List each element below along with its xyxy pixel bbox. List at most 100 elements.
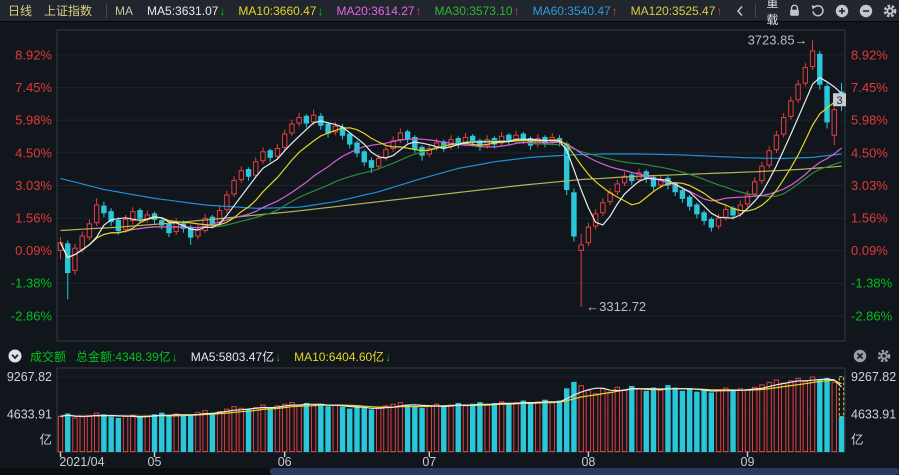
month-label[interactable]: 09	[741, 455, 755, 468]
volume-bar	[478, 403, 482, 452]
volume-chart[interactable]: 9267.829267.824633.914633.91亿亿2021/04050…	[0, 367, 899, 468]
candle-body	[572, 193, 576, 236]
volume-bar	[651, 388, 655, 451]
volume-bar	[138, 417, 142, 451]
volume-bar	[319, 404, 323, 451]
volume-bar	[709, 393, 713, 452]
volume-bar	[167, 416, 171, 452]
volume-bar	[340, 407, 344, 451]
candle-body	[781, 117, 785, 134]
ma-indicator-value[interactable]: MA20:3614.27↑	[336, 4, 421, 18]
zoom-out-icon[interactable]	[859, 4, 873, 18]
volume-bar	[637, 389, 641, 452]
volume-bar	[188, 415, 192, 452]
volume-bar	[463, 406, 467, 452]
volume-bar	[724, 388, 728, 451]
candle-body	[290, 124, 294, 133]
price-axis-label-left: -2.86%	[11, 309, 53, 324]
volume-bar	[246, 410, 250, 452]
candle-body	[774, 135, 778, 149]
month-label[interactable]: 05	[148, 455, 162, 468]
volume-bar	[210, 413, 214, 451]
candle-body	[738, 205, 742, 214]
pane-collapse-icon[interactable]	[8, 349, 22, 363]
price-axis-label-right: 1.56%	[851, 211, 888, 226]
lock-icon[interactable]	[788, 4, 801, 17]
candle-body	[275, 148, 279, 156]
candle-body	[586, 227, 590, 243]
candlesticks	[58, 40, 843, 307]
volume-stat-value[interactable]: 总金额:4348.39亿↓	[76, 348, 178, 365]
candle-body	[102, 206, 106, 213]
volume-stat-value[interactable]: MA5:5803.47亿↓	[191, 348, 281, 365]
volume-bar	[261, 405, 265, 451]
volume-stats-list: 总金额:4348.39亿↓ MA5:5803.47亿↓ MA10:6404.60亿↓	[76, 348, 404, 365]
volume-bar	[333, 405, 337, 451]
volume-bar	[630, 386, 634, 451]
volume-bar	[659, 390, 663, 451]
ma-indicator-value[interactable]: MA10:3660.47↓	[238, 4, 323, 18]
collapse-indicators-icon[interactable]	[735, 5, 745, 17]
candle-body	[282, 134, 286, 147]
candle-body	[398, 133, 402, 140]
price-chart[interactable]: 8.92%8.92%7.45%7.45%5.98%5.98%4.50%4.50%…	[0, 22, 899, 345]
volume-bar	[80, 417, 84, 452]
price-axis-label-left: 5.98%	[15, 113, 52, 128]
price-axis-label-right: -2.86%	[851, 309, 893, 324]
period-tab-daily[interactable]: 日线	[8, 2, 32, 19]
month-label[interactable]: 07	[422, 455, 436, 468]
volume-bar	[608, 392, 612, 451]
candle-body	[753, 182, 757, 194]
candle-body	[254, 162, 258, 175]
volume-pane-title[interactable]: 成交额	[30, 348, 66, 365]
ma-indicator-value[interactable]: MA5:3631.07↓	[147, 4, 225, 18]
volume-bar	[687, 389, 691, 452]
volume-bar	[413, 407, 417, 452]
volume-settings-gear-icon[interactable]	[877, 349, 891, 363]
volume-bar	[196, 412, 200, 451]
candle-body	[123, 219, 127, 229]
month-label[interactable]: 2021/04	[59, 455, 104, 468]
volume-bar	[420, 408, 424, 451]
scrollbar-thumb[interactable]	[270, 468, 899, 475]
candle-body	[297, 117, 301, 123]
candle-body	[80, 236, 84, 249]
price-axis-label-left: 0.09%	[15, 243, 52, 258]
volume-axis-label-left: 4633.91	[7, 408, 52, 422]
symbol-label[interactable]: 上证指数	[44, 2, 92, 19]
zoom-in-icon[interactable]	[835, 4, 849, 18]
price-axis-label-left: 4.50%	[15, 145, 52, 160]
volume-bar	[615, 387, 619, 451]
ma-indicator-value[interactable]: MA60:3540.47↑	[533, 4, 618, 18]
volume-bar	[586, 390, 590, 451]
indicator-group-label[interactable]: MA	[115, 4, 133, 18]
volume-stat-value[interactable]: MA10:6404.60亿↓	[294, 348, 391, 365]
month-label[interactable]: 06	[278, 455, 292, 468]
price-axis-label-right: -1.38%	[851, 276, 893, 291]
candle-body	[217, 211, 221, 223]
horizontal-scrollbar[interactable]	[0, 468, 899, 475]
price-axis-label-right: 0.09%	[851, 243, 888, 258]
candle-body	[709, 219, 713, 227]
price-axis-label-right: 3.03%	[851, 178, 888, 193]
volume-bar	[738, 389, 742, 452]
volume-bar	[839, 417, 843, 452]
volume-bar	[695, 392, 699, 451]
volume-bar	[449, 405, 453, 451]
price-axis-label-left: 1.56%	[15, 211, 52, 226]
volume-bar	[666, 386, 670, 452]
candle-body	[507, 135, 511, 141]
settings-gear-icon[interactable]	[883, 4, 897, 18]
volume-bar	[160, 413, 164, 451]
volume-bar	[832, 382, 836, 451]
undo-icon[interactable]	[811, 4, 825, 17]
close-pane-icon[interactable]	[853, 349, 867, 363]
low-price-annotation: ←3312.72	[586, 299, 646, 314]
ma-indicator-value[interactable]: MA30:3573.10↑	[435, 4, 520, 18]
volume-bar	[767, 382, 771, 451]
volume-bar	[398, 403, 402, 452]
month-label[interactable]: 08	[581, 455, 595, 468]
ma-indicator-value[interactable]: MA120:3525.47↑	[631, 4, 723, 18]
volume-bar	[536, 402, 540, 452]
ma-line	[61, 97, 842, 257]
